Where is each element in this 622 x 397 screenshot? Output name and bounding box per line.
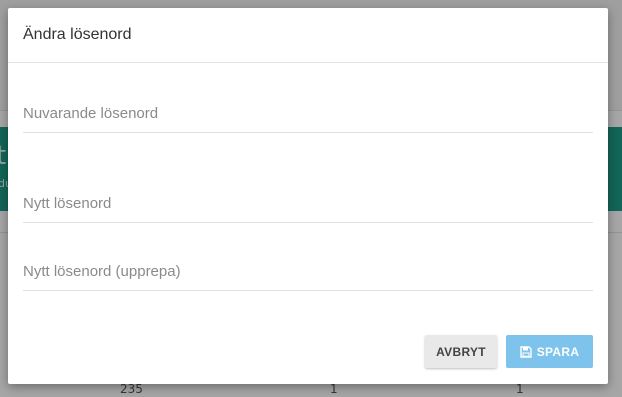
new-password-field (23, 188, 593, 223)
current-password-field (23, 98, 593, 133)
cancel-button-label: AVBRYT (436, 344, 486, 359)
dialog-header: Ändra lösenord (8, 8, 608, 63)
floppy-disk-icon (519, 345, 532, 358)
repeat-password-input[interactable] (23, 256, 593, 286)
change-password-dialog: Ändra lösenord AVBRYT SPARA (8, 8, 608, 384)
repeat-password-field (23, 256, 593, 291)
cancel-button[interactable]: AVBRYT (425, 335, 497, 368)
save-button-label: SPARA (536, 344, 580, 359)
save-button[interactable]: SPARA (506, 335, 593, 368)
current-password-input[interactable] (23, 98, 593, 128)
new-password-input[interactable] (23, 188, 593, 218)
dialog-title: Ändra lösenord (23, 26, 132, 43)
